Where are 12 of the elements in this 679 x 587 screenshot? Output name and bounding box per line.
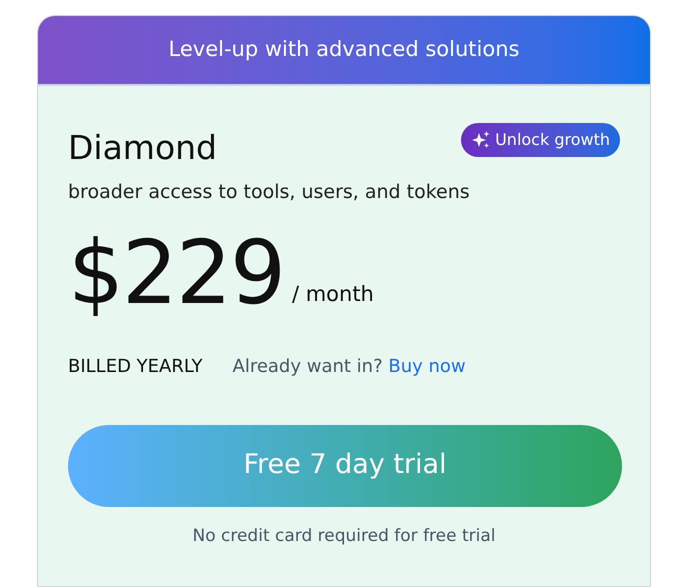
price-period: / month (292, 281, 374, 308)
buy-now-link[interactable]: Buy now (388, 356, 466, 376)
price: $229 (68, 228, 284, 316)
sparkle-icon (471, 130, 492, 150)
plan-description: broader access to tools, users, and tokens (68, 180, 471, 205)
unlock-growth-badge: Unlock growth (461, 123, 620, 157)
banner: Level-up with advanced solutions (38, 16, 650, 86)
trial-note: No credit card required for free trial (191, 524, 497, 548)
free-trial-button[interactable]: Free 7 day trial (68, 424, 622, 506)
plan-name: Diamond (68, 131, 217, 164)
billing-label: BILLED YEARLY (68, 354, 202, 378)
buy-prompt: Already want in? Buy now (232, 354, 466, 378)
